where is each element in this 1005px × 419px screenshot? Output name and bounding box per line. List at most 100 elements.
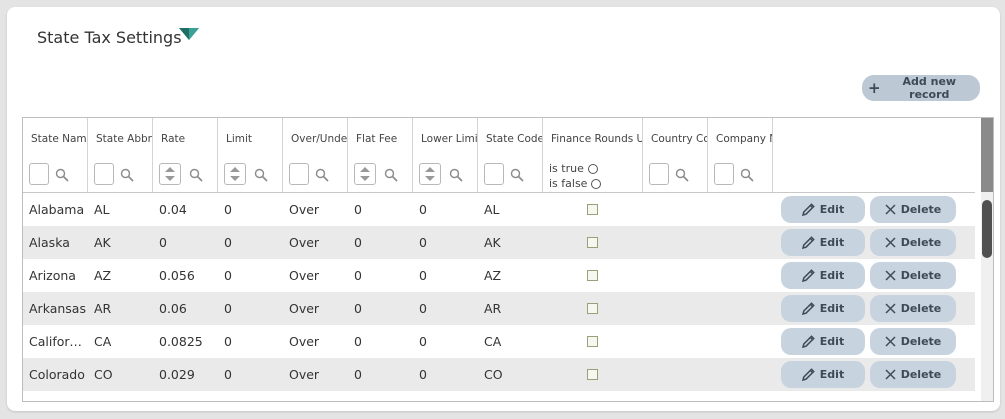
table-cell-lower-limit: 0 (419, 301, 427, 316)
close-icon (885, 270, 896, 281)
stepper-up-icon[interactable] (165, 167, 175, 172)
search-icon[interactable] (120, 168, 134, 182)
table-cell-abbr: AL (94, 202, 110, 217)
table-cell-limit: 0 (224, 301, 232, 316)
vertical-scrollbar[interactable] (981, 118, 993, 401)
edit-button[interactable]: Edit (781, 295, 865, 322)
search-icon[interactable] (254, 168, 268, 182)
column-header[interactable]: Company Name (708, 118, 773, 192)
edit-button[interactable]: Edit (781, 328, 865, 355)
search-icon[interactable] (315, 168, 329, 182)
column-header-label: Limit (226, 133, 253, 145)
search-icon[interactable] (189, 168, 203, 182)
plus-icon: + (868, 78, 881, 97)
search-icon[interactable] (740, 168, 754, 182)
table-row[interactable]: Arizona AZ 0.056 0 Over 0 0 AZ Edit Delete (23, 259, 975, 292)
column-header-label: Country Code (651, 133, 707, 145)
page-title: State Tax Settings (37, 28, 182, 47)
stepper-up-icon[interactable] (360, 167, 370, 172)
stepper-down-icon[interactable] (230, 176, 240, 181)
table-cell-rate: 0.0825 (159, 334, 203, 349)
numeric-filter-stepper[interactable] (224, 163, 246, 185)
edit-button-label: Edit (819, 203, 845, 216)
edit-button-label: Edit (819, 368, 845, 381)
boolean-filter-option[interactable]: is true (549, 162, 598, 175)
column-header[interactable]: State Code (478, 118, 543, 192)
finance-rounds-up-checkbox (587, 237, 598, 248)
column-header[interactable]: Lower Limit (413, 118, 478, 192)
column-filter-input[interactable] (649, 163, 669, 185)
column-header-label: State Abbreviation (96, 133, 152, 145)
delete-button[interactable]: Delete (870, 229, 956, 256)
edit-button[interactable]: Edit (781, 361, 865, 388)
add-new-record-button[interactable]: + Add new record (862, 75, 980, 101)
table-row[interactable]: Alaska AK 0 0 Over 0 0 AK Edit Delete (23, 226, 975, 259)
edit-button-label: Edit (819, 269, 845, 282)
search-icon[interactable] (675, 168, 689, 182)
radio-button[interactable] (591, 178, 602, 189)
delete-button[interactable]: Delete (870, 262, 956, 289)
stepper-down-icon[interactable] (165, 176, 175, 181)
radio-button[interactable] (587, 163, 598, 174)
stepper-up-icon[interactable] (230, 167, 240, 172)
numeric-filter-stepper[interactable] (419, 163, 441, 185)
edit-button[interactable]: Edit (781, 262, 865, 289)
scrollbar-thumb[interactable] (982, 200, 992, 258)
column-filter-input[interactable] (94, 163, 114, 185)
search-icon[interactable] (449, 168, 463, 182)
close-icon (885, 336, 896, 347)
table-row[interactable]: Alabama AL 0.04 0 Over 0 0 AL Edit Delete (23, 193, 975, 226)
stepper-down-icon[interactable] (360, 176, 370, 181)
table-cell-limit: 0 (224, 202, 232, 217)
numeric-filter-stepper[interactable] (159, 163, 181, 185)
column-header[interactable]: Over/Under (283, 118, 348, 192)
column-header[interactable]: Country Code (643, 118, 708, 192)
table-cell-limit: 0 (224, 334, 232, 349)
table-row[interactable]: Colorado CO 0.029 0 Over 0 0 CO Edit Delete (23, 358, 975, 391)
table-cell-lower-limit: 0 (419, 334, 427, 349)
stepper-down-icon[interactable] (425, 176, 435, 181)
column-header[interactable]: Rate (153, 118, 218, 192)
delete-button[interactable]: Delete (870, 295, 956, 322)
finance-rounds-up-checkbox (587, 336, 598, 347)
delete-button[interactable]: Delete (870, 196, 956, 223)
column-filter-input[interactable] (29, 163, 49, 185)
table-row[interactable]: California CA 0.0825 0 Over 0 0 CA Edit Delete (23, 325, 975, 358)
column-filter-input[interactable] (484, 163, 504, 185)
table-cell-state-name: Alabama (29, 202, 85, 217)
chevron-down-icon[interactable] (179, 26, 199, 42)
edit-button[interactable]: Edit (781, 196, 865, 223)
table-row[interactable]: Arkansas AR 0.06 0 Over 0 0 AR Edit Delete (23, 292, 975, 325)
delete-button[interactable]: Delete (870, 328, 956, 355)
stepper-up-icon[interactable] (425, 167, 435, 172)
close-icon (885, 204, 896, 215)
column-filter-input[interactable] (714, 163, 734, 185)
column-header[interactable]: Limit (218, 118, 283, 192)
edit-button-label: Edit (819, 236, 845, 249)
edit-button[interactable]: Edit (781, 229, 865, 256)
table-cell-state-code: AL (484, 202, 500, 217)
table-cell-state-code: AK (484, 235, 501, 250)
column-filter-input[interactable] (289, 163, 309, 185)
close-icon (885, 303, 896, 314)
close-icon (885, 369, 896, 380)
search-icon[interactable] (55, 168, 69, 182)
delete-button[interactable]: Delete (870, 361, 956, 388)
column-header[interactable]: State Abbreviation (88, 118, 153, 192)
edit-button-label: Edit (819, 302, 845, 315)
table-cell-limit: 0 (224, 268, 232, 283)
numeric-filter-stepper[interactable] (354, 163, 376, 185)
pencil-icon (801, 236, 815, 249)
boolean-filter-option[interactable]: is false (549, 177, 602, 190)
column-header-label: State Name (31, 133, 88, 145)
column-header[interactable]: State Name (23, 118, 88, 192)
table-cell-flat-fee: 0 (354, 301, 362, 316)
search-icon[interactable] (510, 168, 524, 182)
table-cell-over-under: Over (289, 235, 320, 250)
column-header[interactable]: Flat Fee (348, 118, 413, 192)
column-header-label: Lower Limit (421, 133, 478, 145)
search-icon[interactable] (384, 168, 398, 182)
delete-button-label: Delete (900, 203, 942, 216)
table-cell-lower-limit: 0 (419, 268, 427, 283)
column-header[interactable]: Finance Rounds Up is true is false (543, 118, 643, 192)
